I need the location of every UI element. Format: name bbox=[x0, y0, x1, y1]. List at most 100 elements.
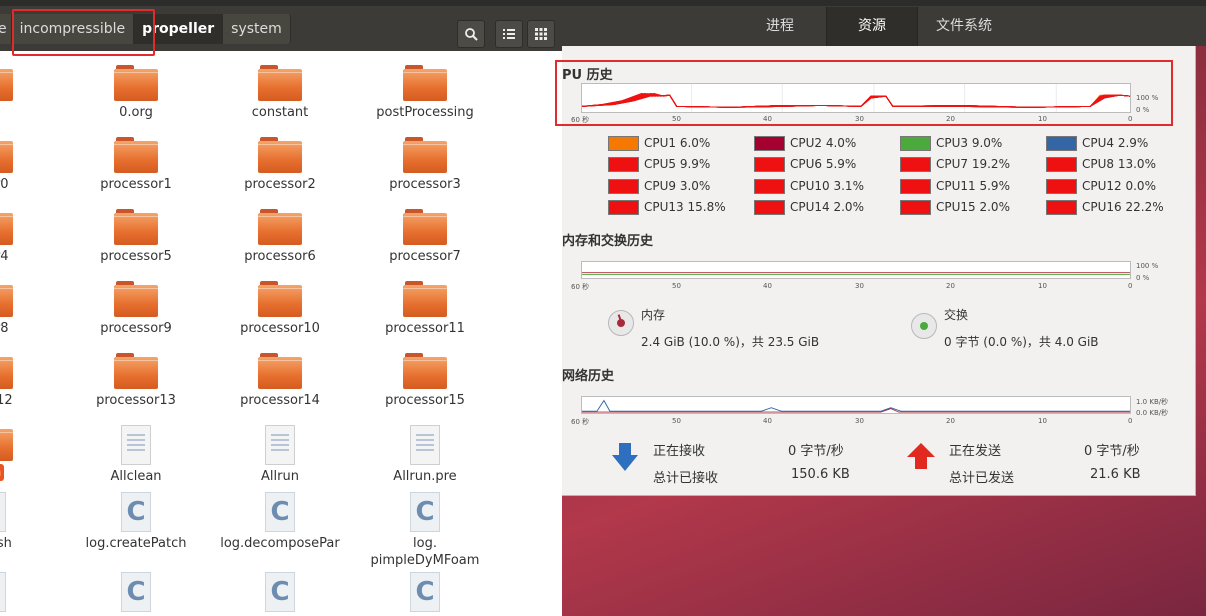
grid-view-button[interactable] bbox=[527, 20, 555, 48]
file-item[interactable]: Allclean bbox=[66, 425, 206, 485]
memory-pie-icon bbox=[608, 310, 634, 336]
folder-item[interactable]: constant bbox=[210, 65, 350, 121]
total-sent-label: 总计已发送 bbox=[949, 471, 1015, 486]
network-x-tick-label: 50 bbox=[672, 417, 681, 425]
folder-item[interactable]: ssor8 bbox=[0, 281, 61, 337]
folder-item[interactable]: ssor0 bbox=[0, 137, 61, 193]
cpu-color-swatch[interactable] bbox=[608, 156, 639, 172]
file-label: processor1 bbox=[100, 177, 172, 192]
grid-view-icon bbox=[535, 28, 547, 40]
folder-item[interactable]: ssor4 bbox=[0, 209, 61, 265]
file-label: processor15 bbox=[385, 393, 465, 408]
file-item[interactable]: C bbox=[355, 572, 495, 615]
cpu-color-swatch[interactable] bbox=[608, 199, 639, 215]
folder-item[interactable]: processor9 bbox=[66, 281, 206, 337]
tab-processes[interactable]: 进程 bbox=[734, 7, 826, 46]
memory-history-graph bbox=[581, 261, 1131, 279]
cpu-legend-item[interactable]: CPU6 5.9% bbox=[754, 156, 856, 172]
cpu-color-swatch[interactable] bbox=[1046, 135, 1077, 151]
breadcrumb-item-current[interactable]: propeller bbox=[134, 14, 224, 44]
file-item[interactable]: C bbox=[0, 572, 61, 615]
cpu-color-swatch[interactable] bbox=[900, 135, 931, 151]
file-item[interactable]: CkMesh bbox=[0, 492, 61, 552]
folder-item[interactable]: em bbox=[0, 425, 61, 481]
cpu-legend-item[interactable]: CPU15 2.0% bbox=[900, 199, 1010, 215]
folder-icon bbox=[258, 281, 302, 317]
folder-item[interactable]: postProcessing bbox=[355, 65, 495, 121]
file-item[interactable]: Clog. pimpleDyMFoam bbox=[355, 492, 495, 569]
folder-item[interactable]: processor3 bbox=[355, 137, 495, 193]
file-item[interactable]: Allrun bbox=[210, 425, 350, 485]
cpu-legend-item[interactable]: CPU14 2.0% bbox=[754, 199, 864, 215]
folder-item[interactable]: processor1 bbox=[66, 137, 206, 193]
file-item[interactable]: C bbox=[66, 572, 206, 615]
cpu-legend-item[interactable]: CPU3 9.0% bbox=[900, 135, 1002, 151]
cpu-legend-item[interactable]: CPU10 3.1% bbox=[754, 178, 864, 194]
cpu-legend-item[interactable]: CPU1 6.0% bbox=[608, 135, 710, 151]
cpu-legend-item[interactable]: CPU5 9.9% bbox=[608, 156, 710, 172]
cpu-legend-label: CPU16 22.2% bbox=[1082, 200, 1164, 214]
folder-item[interactable]: processor7 bbox=[355, 209, 495, 265]
file-label: Allrun bbox=[261, 469, 299, 484]
cpu-color-swatch[interactable] bbox=[754, 178, 785, 194]
folder-item[interactable]: processor14 bbox=[210, 353, 350, 409]
file-label: ssor4 bbox=[0, 249, 9, 264]
folder-item[interactable]: processor13 bbox=[66, 353, 206, 409]
cpu-color-swatch[interactable] bbox=[1046, 178, 1077, 194]
folder-icon bbox=[0, 209, 13, 245]
tab-resources[interactable]: 资源 bbox=[826, 7, 918, 46]
cpu-x-tick-label: 60 秒 bbox=[571, 116, 590, 124]
breadcrumb-item[interactable]: incompressible bbox=[11, 14, 135, 44]
folder-item[interactable]: processor10 bbox=[210, 281, 350, 337]
folder-item[interactable]: processor11 bbox=[355, 281, 495, 337]
file-label: processor2 bbox=[244, 177, 316, 192]
cpu-legend-item[interactable]: CPU12 0.0% bbox=[1046, 178, 1156, 194]
cpu-legend-item[interactable]: CPU9 3.0% bbox=[608, 178, 710, 194]
breadcrumb-item[interactable]: system bbox=[223, 14, 291, 44]
cpu-legend-item[interactable]: CPU11 5.9% bbox=[900, 178, 1010, 194]
cpu-legend-item[interactable]: CPU2 4.0% bbox=[754, 135, 856, 151]
file-label: em bbox=[0, 464, 5, 481]
search-button[interactable] bbox=[457, 20, 485, 48]
breadcrumb: e incompressible propeller system bbox=[0, 14, 291, 44]
cpu-legend-label: CPU14 2.0% bbox=[790, 200, 864, 214]
list-view-button[interactable] bbox=[495, 20, 523, 48]
folder-item[interactable]: processor2 bbox=[210, 137, 350, 193]
title-bar bbox=[562, 0, 1206, 6]
receiving-label: 正在接收 bbox=[653, 444, 706, 459]
system-monitor-window: 进程 资源 文件系统 PU 历史 100 % 0 % 60 秒 50 40 30 20 1… bbox=[555, 0, 1206, 496]
folder-item[interactable]: 0.org bbox=[66, 65, 206, 121]
cpu-color-swatch[interactable] bbox=[754, 156, 785, 172]
cpu-legend-item[interactable]: CPU7 19.2% bbox=[900, 156, 1010, 172]
cpu-color-swatch[interactable] bbox=[754, 199, 785, 215]
cpu-color-swatch[interactable] bbox=[900, 199, 931, 215]
cpu-color-swatch[interactable] bbox=[754, 135, 785, 151]
cpu-history-plot bbox=[582, 84, 1130, 112]
cpu-color-swatch[interactable] bbox=[1046, 156, 1077, 172]
folder-item[interactable]: ssor12 bbox=[0, 353, 61, 409]
folder-icon bbox=[258, 209, 302, 245]
cpu-legend-item[interactable]: CPU4 2.9% bbox=[1046, 135, 1148, 151]
cpu-color-swatch[interactable] bbox=[608, 135, 639, 151]
tab-file-systems[interactable]: 文件系统 bbox=[918, 7, 1010, 46]
cpu-color-swatch[interactable] bbox=[1046, 199, 1077, 215]
cpu-color-swatch[interactable] bbox=[900, 178, 931, 194]
file-item[interactable]: Allrun.pre bbox=[355, 425, 495, 485]
cpu-legend-item[interactable]: CPU8 13.0% bbox=[1046, 156, 1156, 172]
cpu-legend-item[interactable]: CPU16 22.2% bbox=[1046, 199, 1164, 215]
breadcrumb-item[interactable]: e bbox=[0, 14, 12, 44]
folder-item[interactable]: processor6 bbox=[210, 209, 350, 265]
folder-icon bbox=[114, 209, 158, 245]
file-item[interactable]: Clog.decomposePar bbox=[210, 492, 350, 552]
folder-item[interactable]: processor15 bbox=[355, 353, 495, 409]
cpu-color-swatch[interactable] bbox=[608, 178, 639, 194]
swap-color-dot bbox=[920, 322, 928, 330]
cpu-legend-item[interactable]: CPU13 15.8% bbox=[608, 199, 726, 215]
folder-item[interactable]: processor5 bbox=[66, 209, 206, 265]
file-item[interactable]: C bbox=[210, 572, 350, 615]
cpu-color-swatch[interactable] bbox=[900, 156, 931, 172]
file-item[interactable]: Clog.createPatch bbox=[66, 492, 206, 552]
file-label: Allrun.pre bbox=[393, 469, 457, 484]
folder-item[interactable] bbox=[0, 65, 61, 104]
cpu-x-tick-label: 10 bbox=[1038, 115, 1047, 123]
